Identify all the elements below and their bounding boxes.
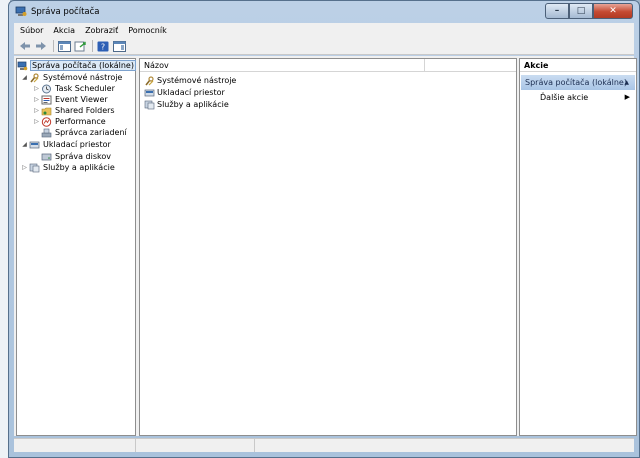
- tree-item-label: Performance: [55, 117, 106, 126]
- shared-folder-icon: [41, 107, 52, 115]
- tree-item-label: Správa diskov: [55, 152, 111, 161]
- console-tree-icon: [57, 40, 71, 52]
- disk-icon: [41, 153, 52, 160]
- expand-arrow-icon[interactable]: ▷: [32, 107, 41, 114]
- tree-item-event-viewer[interactable]: ▷ Event Viewer: [32, 94, 108, 105]
- menu-bar: Súbor Akcia Zobraziť Pomocník: [14, 23, 634, 38]
- computer-management-icon: [17, 61, 28, 70]
- collapse-arrow-icon[interactable]: ◢: [20, 74, 29, 81]
- tree-item-label: Ukladací priestor: [43, 140, 111, 149]
- expand-arrow-icon[interactable]: ▷: [32, 118, 41, 125]
- tree-item-label: Služby a aplikácie: [43, 163, 115, 172]
- column-name[interactable]: Názov: [144, 61, 169, 70]
- performance-icon: [41, 116, 52, 127]
- help-button[interactable]: ?: [96, 40, 110, 53]
- computer-management-icon: [15, 6, 27, 16]
- maximize-icon: □: [576, 6, 586, 16]
- list-item[interactable]: Služby a aplikácie: [144, 99, 229, 110]
- minimize-icon: –: [554, 6, 560, 16]
- tree-item-task-scheduler[interactable]: ▷ Task Scheduler: [32, 83, 115, 94]
- more-actions-item[interactable]: Ďalšie akcie: [540, 93, 588, 102]
- tree-item-services-applications[interactable]: ▷ Služby a aplikácie: [20, 162, 115, 173]
- services-icon: [144, 100, 155, 109]
- window-title: Správa počítača: [31, 7, 100, 17]
- tree-item-computer-management[interactable]: Správa počítača (lokálne): [17, 60, 136, 71]
- menu-view[interactable]: Zobraziť: [85, 26, 118, 35]
- tree-item-label: Event Viewer: [55, 95, 108, 104]
- submenu-arrow-icon: ▶: [624, 93, 630, 101]
- status-bar: [14, 438, 634, 452]
- export-list-button[interactable]: [73, 40, 87, 53]
- status-segment: [14, 439, 136, 452]
- results-pane: Názov Systémové nástroje Ukladací priest…: [139, 58, 517, 436]
- console-tree: Správa počítača (lokálne) ◢ Systémové ná…: [16, 58, 136, 436]
- tree-item-label: Správa počítača (lokálne): [30, 60, 136, 71]
- title-bar[interactable]: Správa počítača – □ ✕: [9, 1, 639, 23]
- storage-icon: [144, 89, 155, 96]
- list-item-label: Ukladací priestor: [157, 88, 225, 97]
- tree-item-system-tools[interactable]: ◢ Systémové nástroje: [20, 72, 122, 83]
- tree-item-label: Shared Folders: [55, 106, 115, 115]
- show-hide-tree-button[interactable]: [57, 40, 71, 53]
- collapse-triangle-icon[interactable]: ▲: [624, 79, 629, 86]
- help-icon: ?: [97, 41, 109, 51]
- menu-action[interactable]: Akcia: [53, 26, 75, 35]
- forward-arrow-icon: [36, 42, 46, 50]
- storage-icon: [29, 141, 40, 148]
- services-icon: [29, 163, 40, 172]
- tools-icon: [145, 75, 154, 85]
- status-segment: [136, 439, 256, 452]
- close-icon: ✕: [609, 6, 617, 16]
- list-item-label: Služby a aplikácie: [157, 100, 229, 109]
- action-pane-icon: [112, 40, 126, 52]
- expand-arrow-icon[interactable]: ▷: [32, 96, 41, 103]
- back-arrow-icon: [20, 42, 30, 50]
- event-viewer-icon: [41, 95, 52, 104]
- tree-item-performance[interactable]: ▷ Performance: [32, 116, 106, 127]
- actions-header: Akcie: [520, 59, 636, 72]
- tree-item-shared-folders[interactable]: ▷ Shared Folders: [32, 105, 115, 116]
- computer-management-window: Správa počítača – □ ✕ Súbor Akcia Zobraz…: [8, 0, 640, 458]
- collapse-arrow-icon[interactable]: ◢: [20, 141, 29, 148]
- tree-item-disk-management[interactable]: Správa diskov: [41, 151, 111, 162]
- tree-item-label: Task Scheduler: [55, 84, 115, 93]
- maximize-button[interactable]: □: [569, 3, 593, 19]
- menu-file[interactable]: Súbor: [20, 26, 43, 35]
- forward-button[interactable]: [34, 40, 48, 53]
- toolbar-separator: [53, 40, 54, 52]
- list-item[interactable]: Systémové nástroje: [144, 75, 236, 86]
- tree-item-device-manager[interactable]: Správca zariadení: [41, 127, 127, 138]
- expand-arrow-icon[interactable]: ▷: [32, 85, 41, 92]
- svg-text:?: ?: [101, 42, 105, 51]
- export-list-icon: [74, 41, 86, 51]
- tree-item-label: Správca zariadení: [55, 128, 127, 137]
- column-divider[interactable]: [424, 59, 425, 71]
- menu-help[interactable]: Pomocník: [128, 26, 166, 35]
- expand-arrow-icon[interactable]: ▷: [20, 164, 29, 171]
- actions-section-computer-management[interactable]: Správa počítača (lokálne) ▲: [521, 75, 635, 90]
- list-item[interactable]: Ukladací priestor: [144, 87, 225, 98]
- minimize-button[interactable]: –: [545, 3, 569, 19]
- toolbar: ?: [14, 38, 634, 55]
- actions-section-label: Správa počítača (lokálne): [525, 78, 627, 87]
- back-button[interactable]: [18, 40, 32, 53]
- clock-icon: [42, 84, 51, 93]
- device-manager-icon: [41, 128, 52, 137]
- actions-pane: Akcie Správa počítača (lokálne) ▲ Ďalšie…: [519, 58, 637, 436]
- client-area: Správa počítača (lokálne) ◢ Systémové ná…: [14, 56, 637, 436]
- status-segment: [255, 439, 634, 452]
- tools-icon: [30, 72, 39, 82]
- column-header[interactable]: Názov: [140, 59, 516, 72]
- tree-item-label: Systémové nástroje: [43, 73, 123, 82]
- close-button[interactable]: ✕: [593, 3, 633, 19]
- list-item-label: Systémové nástroje: [157, 76, 237, 85]
- toolbar-separator: [92, 40, 93, 52]
- window-controls: – □ ✕: [545, 3, 633, 19]
- show-action-pane-button[interactable]: [112, 40, 126, 53]
- tree-item-storage[interactable]: ◢ Ukladací priestor: [20, 139, 111, 150]
